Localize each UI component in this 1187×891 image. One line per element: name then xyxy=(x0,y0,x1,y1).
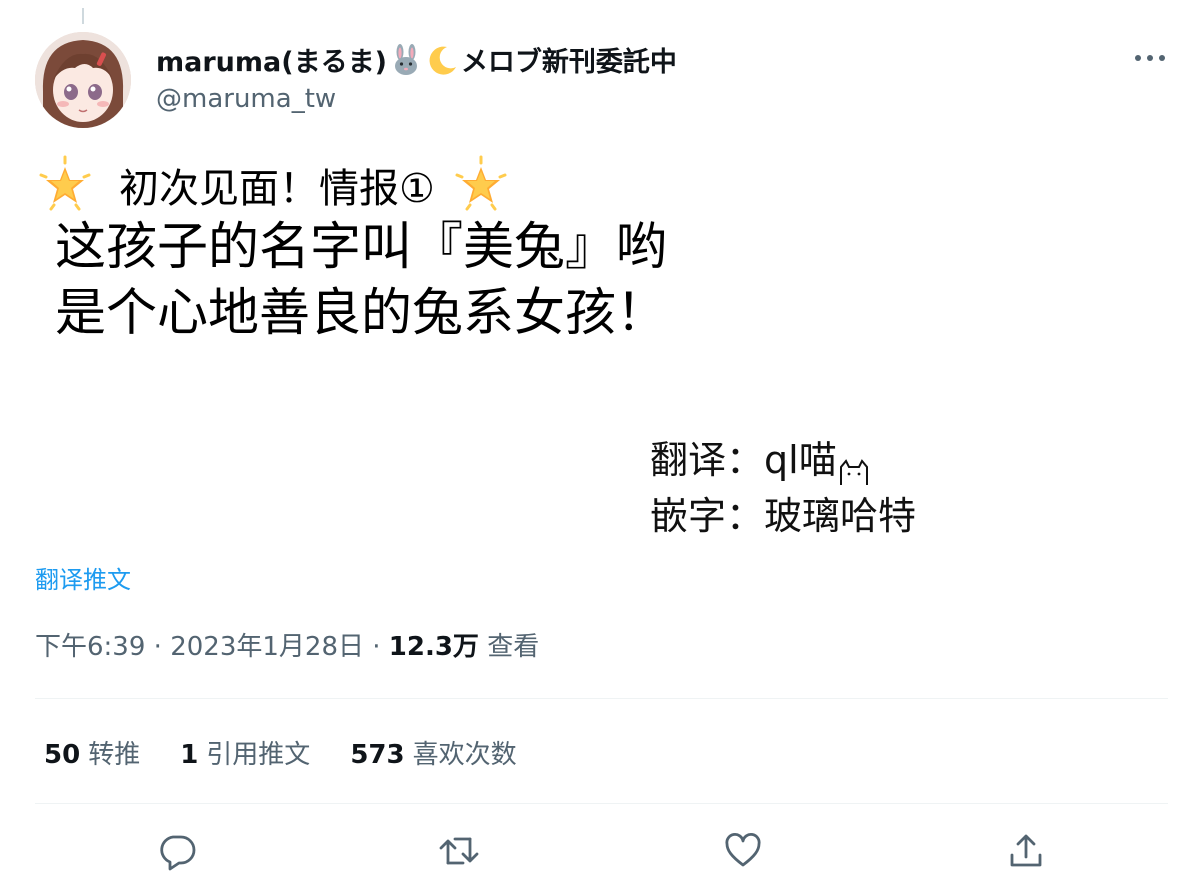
reply-icon xyxy=(157,831,197,875)
thread-connector-line xyxy=(82,8,84,24)
share-button[interactable] xyxy=(999,826,1053,880)
quotes-count: 1 xyxy=(180,740,199,770)
views-label: 查看 xyxy=(487,632,540,662)
translator-label: 翻译： xyxy=(650,438,765,482)
author-handle[interactable]: @maruma_tw xyxy=(156,84,336,114)
rabbit-icon xyxy=(389,43,423,77)
translation-credits: 翻译： ql喵 嵌字： 玻璃哈特 xyxy=(650,432,916,544)
author-display-name[interactable]: maruma(まるま) メロブ新刊委託中 xyxy=(156,40,677,79)
likes-count: 573 xyxy=(350,740,405,770)
typesetter-label: 嵌字： xyxy=(650,494,765,538)
tweet-line-3: 是个心地善良的兔系女孩！ xyxy=(55,284,668,343)
likes-stat[interactable]: 573 喜欢次数 xyxy=(350,734,516,771)
quotes-label: 引用推文 xyxy=(206,740,311,770)
tweet-line-1-text: 初次见面！情报① xyxy=(119,166,435,212)
avatar[interactable] xyxy=(35,32,131,128)
retweets-stat[interactable]: 50 转推 xyxy=(44,734,140,771)
glowing-star-icon xyxy=(35,155,95,215)
retweet-button[interactable] xyxy=(432,826,486,880)
like-button[interactable] xyxy=(716,826,770,880)
more-icon[interactable] xyxy=(1128,40,1172,76)
tweet-line-1: 初次见面！情报① xyxy=(35,155,1155,215)
views-count: 12.3万 xyxy=(388,632,479,662)
meta-separator: · xyxy=(153,632,162,662)
retweet-icon xyxy=(437,831,481,875)
translator-credit: 翻译： ql喵 xyxy=(650,432,916,488)
retweets-count: 50 xyxy=(44,740,81,770)
translator-name: ql喵 xyxy=(764,438,837,482)
tweet-date[interactable]: 2023年1月28日 xyxy=(170,632,364,662)
tweet-time[interactable]: 下午6:39 xyxy=(35,632,145,662)
tweet-actions xyxy=(0,826,1187,880)
likes-label: 喜欢次数 xyxy=(412,740,517,770)
tweet-line-2: 这孩子的名字叫『美兔』哟 xyxy=(55,218,668,277)
retweets-label: 转推 xyxy=(88,740,141,770)
tweet-stats: 50 转推 1 引用推文 573 喜欢次数 xyxy=(44,734,517,771)
crescent-moon-icon xyxy=(425,43,459,77)
heart-icon xyxy=(723,831,763,875)
glowing-star-icon xyxy=(451,155,511,215)
share-icon xyxy=(1006,831,1046,875)
typesetter-credit: 嵌字： 玻璃哈特 xyxy=(650,488,916,544)
reply-button[interactable] xyxy=(150,826,204,880)
author-name-suffix: メロブ新刊委託中 xyxy=(460,47,677,78)
translate-tweet-link[interactable]: 翻译推文 xyxy=(35,560,131,595)
avatar-image xyxy=(35,32,131,128)
quotes-stat[interactable]: 1 引用推文 xyxy=(180,734,310,771)
author-name-text: maruma(まるま) xyxy=(156,47,387,78)
divider xyxy=(35,698,1168,699)
tweet-meta: 下午6:39 · 2023年1月28日 · 12.3万 查看 xyxy=(35,626,539,663)
cat-doodle-icon xyxy=(837,446,871,485)
meta-separator: · xyxy=(372,632,381,662)
divider xyxy=(35,803,1168,804)
typesetter-name: 玻璃哈特 xyxy=(764,494,917,538)
tweet-text: 初次见面！情报① 这孩子的名字叫『美兔』哟 是个心地善良的兔系女孩！ xyxy=(35,155,1155,347)
